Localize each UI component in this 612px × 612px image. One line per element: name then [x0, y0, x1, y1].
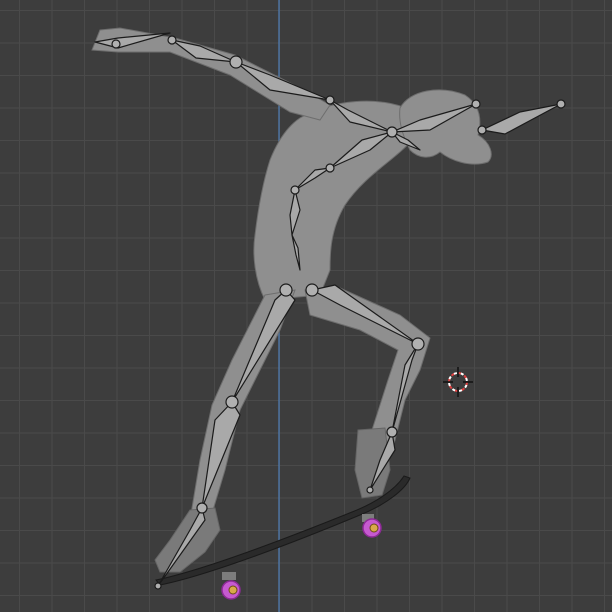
joint-spine[interactable]	[325, 163, 335, 173]
3d-viewport[interactable]	[0, 0, 612, 612]
joint-elbow[interactable]	[229, 55, 243, 69]
joint-head-mid[interactable]	[477, 125, 487, 135]
viewport-canvas[interactable]	[0, 0, 612, 612]
bone-head[interactable]	[481, 103, 562, 135]
joint-head-top[interactable]	[556, 99, 566, 109]
joint-front-hip[interactable]	[305, 283, 319, 297]
joint-wrist[interactable]	[167, 35, 177, 45]
joint-chest[interactable]	[290, 185, 300, 195]
joint-neck[interactable]	[386, 126, 398, 138]
back-truck	[222, 572, 236, 580]
front-wheel-core	[369, 523, 379, 533]
joint-back-ankle[interactable]	[196, 502, 208, 514]
joint-back-toe[interactable]	[154, 582, 162, 590]
back-wheel-core	[228, 585, 238, 595]
3d-cursor-icon[interactable]	[443, 367, 473, 397]
joint-back-knee[interactable]	[225, 395, 239, 409]
joint-front-toe[interactable]	[366, 486, 374, 494]
joint-front-ankle[interactable]	[386, 426, 398, 438]
joint-hand[interactable]	[111, 39, 121, 49]
joint-front-knee[interactable]	[411, 337, 425, 351]
joint-head-base[interactable]	[471, 99, 481, 109]
joint-back-hip[interactable]	[279, 283, 293, 297]
joint-shoulder[interactable]	[325, 95, 335, 105]
